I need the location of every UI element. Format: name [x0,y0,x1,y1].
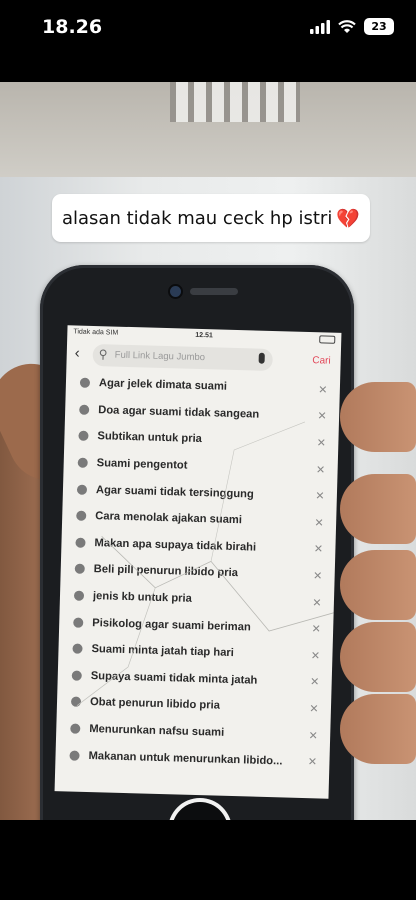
microphone-icon[interactable] [258,352,265,364]
history-item-label: Agar suami tidak tersinggung [95,483,254,501]
history-item-label: Agar jelek dimata suami [98,377,228,394]
remove-history-icon[interactable]: ✕ [310,596,324,609]
history-clock-icon [79,404,90,415]
remove-history-icon[interactable]: ✕ [308,649,322,662]
earpiece-speaker [190,288,238,295]
remove-history-icon[interactable]: ✕ [314,436,328,449]
history-item-label: Suami pengentot [96,457,188,472]
history-clock-icon [79,377,91,389]
history-item-label: Suami minta jatah tiap hari [91,643,235,660]
back-arrow-icon[interactable]: ‹ [75,344,80,361]
video-caption: alasan tidak mau ceck hp istri 💔 [52,194,370,242]
history-item-label: Supaya suami tidak minta jatah [90,669,258,687]
right-finger-2 [340,474,416,544]
search-history-list: Agar jelek dimata suami ✕ Doa agar suami t… [55,369,340,775]
history-item-label: Beli pill penurun libido pria [93,563,239,580]
search-button[interactable]: Cari [312,355,331,367]
right-finger-1 [340,382,416,452]
remove-history-icon[interactable]: ✕ [313,463,327,476]
history-clock-icon [73,617,84,628]
remove-history-icon[interactable]: ✕ [310,569,324,582]
history-clock-icon [76,510,87,522]
remove-history-icon[interactable]: ✕ [306,729,320,742]
history-item-label: Cara menolak ajakan suami [95,510,243,527]
history-item-label: Menurunkan nafsu suami [89,723,225,739]
remove-history-icon[interactable]: ✕ [311,543,325,556]
phone-screen: Tidak ada SIM 12.51 ‹ ⚲ Full Link Lagu J… [54,325,342,799]
history-item-label: Makanan untuk menurunkan libido... [88,749,283,768]
history-clock-icon [72,643,83,655]
status-icons: 23 [310,18,394,35]
history-clock-icon [75,537,86,548]
search-input[interactable]: ⚲ Full Link Lagu Jumbo [92,343,273,372]
history-clock-icon [69,750,80,761]
history-clock-icon [77,457,88,468]
history-item-label: Makan apa supaya tidak birahi [94,536,257,554]
remove-history-icon[interactable]: ✕ [315,410,329,423]
history-clock-icon [73,590,85,601]
bottom-bar [0,820,416,900]
search-placeholder: Full Link Lagu Jumbo [114,349,206,364]
remove-history-icon[interactable]: ✕ [307,702,321,715]
video-frame: Tidak ada SIM 12.51 ‹ ⚲ Full Link Lagu J… [0,82,416,820]
history-clock-icon [74,564,85,575]
history-item-label: Pisikolog agar suami beriman [92,616,251,634]
signal-icon [310,19,330,34]
right-finger-4 [340,622,416,692]
carrier-label: Tidak ada SIM [73,328,119,337]
history-clock-icon [76,484,88,495]
history-clock-icon [78,431,89,442]
right-finger-5 [340,694,416,764]
history-clock-icon [70,723,81,734]
phone-device: Tidak ada SIM 12.51 ‹ ⚲ Full Link Lagu J… [40,265,354,820]
right-finger-3 [340,550,416,620]
history-item-label: jenis kb untuk pria [92,590,192,605]
broken-heart-icon: 💔 [336,207,361,230]
phone-battery-icon [319,335,336,344]
history-item-label: Subtikan untuk pria [97,430,203,446]
remove-history-icon[interactable]: ✕ [308,675,322,689]
phone-time: 12.51 [195,331,213,340]
history-clock-icon [71,670,82,681]
remove-history-icon[interactable]: ✕ [312,516,326,529]
history-item-label: Obat penurun libido pria [89,696,221,713]
history-item-label: Doa agar suami tidak sangean [98,404,260,421]
front-camera [170,286,181,297]
remove-history-icon[interactable]: ✕ [316,383,330,396]
history-clock-icon [70,696,82,708]
background-fixture [170,82,300,122]
caption-text: alasan tidak mau ceck hp istri [61,207,333,229]
remove-history-icon[interactable]: ✕ [305,755,319,768]
battery-icon: 23 [364,18,394,35]
status-bar: 18.26 23 [0,0,416,56]
status-time: 18.26 [42,16,103,38]
wifi-icon [338,19,356,33]
home-button[interactable] [172,802,228,820]
search-icon: ⚲ [98,347,108,362]
remove-history-icon[interactable]: ✕ [313,489,327,502]
remove-history-icon[interactable]: ✕ [309,622,323,635]
